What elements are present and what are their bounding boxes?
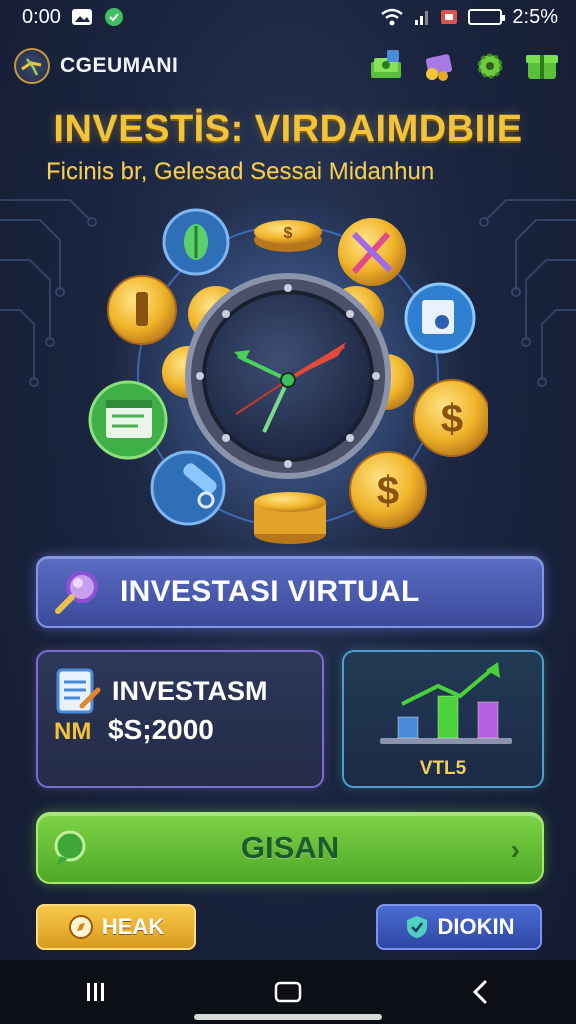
recent-apps-button[interactable] (66, 972, 126, 1012)
virtual-investment-button[interactable]: INVESTASI VIRTUAL (36, 556, 544, 628)
coin-dollar-icon: $ (254, 220, 322, 252)
heak-button[interactable]: HEAK (36, 904, 196, 950)
heak-label: HEAK (101, 914, 165, 939)
svg-text:$: $ (284, 225, 293, 242)
chart-bar (477, 701, 499, 739)
diokin-label: DIOKIN (437, 914, 515, 939)
chat-bubble-icon (104, 8, 123, 26)
leaf-coin-icon (162, 208, 230, 276)
compass-dial-icon (185, 273, 391, 479)
chart-caption: VTL5 (419, 758, 467, 779)
chat-bubble-icon (54, 830, 86, 866)
browser-window-icon (88, 380, 168, 460)
svg-text:$: $ (441, 397, 463, 441)
recent-apps-icon (87, 983, 104, 1001)
brush-icon (150, 450, 226, 526)
investment-amount: $S;2000 (108, 714, 214, 745)
wifi-icon (381, 8, 404, 26)
home-icon (274, 981, 302, 1003)
hero-illustration: $ $ $ (88, 196, 488, 556)
brand[interactable]: CGEUMANI (14, 48, 178, 84)
status-time: 0:00 (22, 5, 61, 28)
signal-icon (415, 11, 429, 25)
gisan-button[interactable]: GISAN › (36, 812, 544, 884)
notification-icon (441, 10, 458, 24)
system-nav-bar (0, 960, 576, 1024)
chart-bar (437, 695, 459, 739)
compass-icon (68, 915, 93, 939)
page-subtitle: Ficinis br, Gelesad Sessai Midanhun (46, 158, 435, 185)
bar-chart-icon (380, 662, 512, 744)
magnifier-icon (55, 571, 98, 614)
gisan-label: GISAN (240, 830, 340, 865)
status-bar: 0:00 2:5% (0, 0, 576, 34)
investment-name: INVESTASM (112, 676, 268, 706)
status-clock: 2:5% (512, 5, 558, 28)
currency-prefix: NM (54, 718, 92, 745)
settings-gear-icon[interactable] (470, 46, 510, 86)
home-button[interactable] (258, 972, 318, 1012)
home-indicator (194, 1014, 382, 1020)
shield-check-icon (406, 916, 427, 938)
image-icon (71, 9, 92, 25)
chevron-right-icon: › (510, 834, 520, 865)
document-edit-icon (56, 668, 101, 714)
back-icon (472, 980, 487, 1004)
document-icon (404, 282, 476, 354)
gift-icon[interactable] (418, 46, 458, 86)
investment-info-card[interactable]: INVESTASM NM $S;2000 (36, 650, 324, 788)
page-title: INVESTİS: VIRDAIMDBIIE (53, 108, 523, 150)
app-header: CGEUMANI (14, 44, 562, 88)
chart-baseline (380, 738, 512, 744)
coin-dollar-icon: $ (349, 451, 427, 529)
coin-stack-icon (254, 492, 326, 544)
gift-box-icon[interactable] (522, 46, 562, 86)
growth-chart-card[interactable]: VTL5 (342, 650, 544, 788)
tools-icon (338, 218, 406, 286)
money-stack-icon[interactable] (366, 46, 406, 86)
header-actions (366, 46, 562, 86)
trend-arrowhead (486, 662, 500, 678)
brand-name: CGEUMANI (60, 54, 179, 77)
chart-bar (397, 716, 419, 739)
battery-icon (468, 9, 506, 25)
virtual-investment-label: INVESTASI VIRTUAL (120, 575, 420, 608)
brand-logo-icon (14, 48, 50, 84)
svg-text:$: $ (377, 469, 399, 513)
diokin-button[interactable]: DIOKIN (376, 904, 542, 950)
coin-icon (107, 275, 177, 345)
back-button[interactable] (450, 972, 510, 1012)
coin-dollar-icon: $ (413, 379, 488, 457)
